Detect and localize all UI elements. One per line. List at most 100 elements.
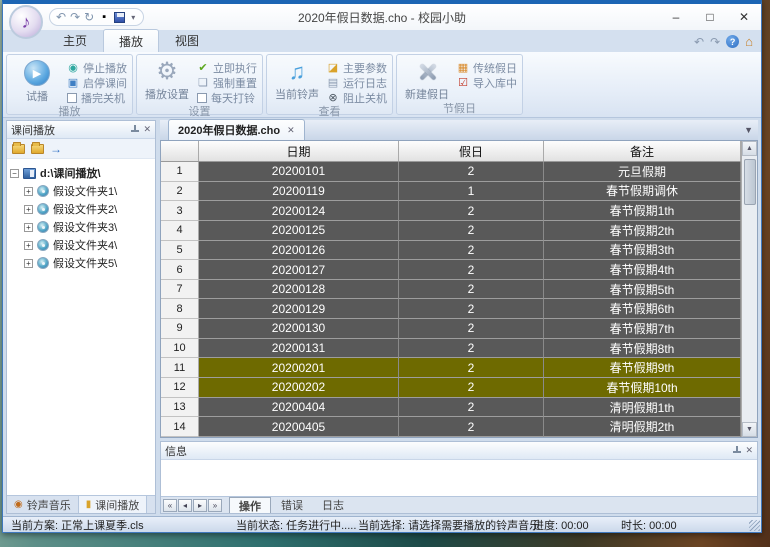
expand-icon[interactable]: +	[24, 240, 33, 250]
sidebar-tab-铃声音乐[interactable]: ◉ 铃声音乐	[7, 496, 79, 513]
table-row[interactable]: 6 20200127 2 春节假期4th	[161, 260, 741, 280]
next-page-icon[interactable]: ▸	[193, 498, 207, 512]
go-arrow-icon[interactable]: →	[50, 143, 62, 155]
table-row[interactable]: 14 20200405 2 清明假期2th	[161, 417, 741, 437]
tree-folder-item[interactable]: + 假设文件夹4\	[10, 236, 152, 254]
close-button[interactable]: ✕	[727, 5, 761, 29]
tools-icon	[415, 60, 439, 84]
table-row[interactable]: 3 20200124 2 春节假期1th	[161, 201, 741, 221]
ribbon-item-阻止关机[interactable]: ⊗ 阻止关机	[327, 90, 387, 105]
sidebar-tab-课间播放[interactable]: ▮ 课间播放	[78, 496, 148, 513]
expand-icon[interactable]: +	[24, 222, 33, 232]
last-page-icon[interactable]: »	[208, 498, 222, 512]
grid-rows: 1 20200101 2 元旦假期 2 20200119 1 春节假期调休 3 20200124 2…	[161, 162, 741, 437]
table-row[interactable]: 1 20200101 2 元旦假期	[161, 162, 741, 182]
ribbon-item-启停课间[interactable]: ▣ 启停课间	[67, 75, 127, 90]
ribbon-item-导入库中[interactable]: ☑ 导入库中	[457, 75, 517, 90]
ribbon-item-每天打铃[interactable]: 每天打铃	[197, 90, 257, 105]
date-cell: 20200128	[199, 279, 399, 300]
vertical-scrollbar[interactable]: ▲ ▼	[741, 141, 757, 437]
redo-icon[interactable]: ↷	[70, 11, 80, 23]
scroll-up-icon[interactable]: ▲	[742, 141, 757, 156]
table-row[interactable]: 5 20200126 2 春节假期3th	[161, 240, 741, 261]
table-row[interactable]: 12 20200202 2 春节假期10th	[161, 378, 741, 398]
ribbon-item-强制重置[interactable]: ❏ 强制重置	[197, 75, 257, 90]
expand-icon[interactable]: +	[24, 258, 33, 268]
scroll-down-icon[interactable]: ▼	[742, 422, 757, 437]
ribbon-item-播完关机[interactable]: 播完关机	[67, 90, 127, 105]
big-button-试播[interactable]: ▶ 试播	[12, 57, 62, 104]
expand-icon[interactable]: +	[24, 186, 33, 196]
table-row[interactable]: 7 20200128 2 春节假期5th	[161, 279, 741, 300]
table-row[interactable]: 11 20200201 2 春节假期9th	[161, 358, 741, 379]
pin-icon[interactable]	[131, 125, 140, 134]
execute-now-icon: ✔	[198, 62, 208, 74]
home-icon[interactable]: ⌂	[745, 34, 753, 49]
big-button-播放设置[interactable]: ⚙ 播放设置	[142, 57, 192, 102]
pin-icon[interactable]	[733, 446, 742, 455]
big-button-label: 新建假日	[405, 89, 449, 101]
info-tab-日志[interactable]: 日志	[313, 497, 353, 513]
ribbon-item-主要参数[interactable]: ◪ 主要参数	[327, 60, 387, 75]
note-cell: 春节假期2th	[544, 220, 741, 241]
disc-icon	[37, 239, 49, 251]
ribbon-item-传统假日[interactable]: ▦ 传统假日	[457, 60, 517, 75]
table-row[interactable]: 13 20200404 2 清明假期1th	[161, 397, 741, 418]
refresh-icon[interactable]: ↻	[84, 11, 94, 23]
ribbon-item-立即执行[interactable]: ✔ 立即执行	[197, 60, 257, 75]
minimize-button[interactable]: –	[659, 5, 693, 29]
scrollbar-thumb[interactable]	[743, 159, 756, 205]
save-icon[interactable]	[114, 11, 126, 23]
column-header-日期[interactable]: 日期	[199, 141, 399, 161]
ribbon-tab-主页[interactable]: 主页	[47, 28, 103, 52]
row-number-cell: 1	[161, 162, 199, 182]
folder-open-icon[interactable]	[31, 141, 44, 154]
table-row[interactable]: 8 20200129 2 春节假期6th	[161, 299, 741, 320]
folder-icon[interactable]	[12, 141, 25, 154]
ribbon-tab-视图[interactable]: 视图	[159, 28, 215, 52]
ribbon-tab-播放[interactable]: 播放	[103, 29, 160, 52]
big-button-当前铃声[interactable]: ♫ 当前铃声	[272, 57, 322, 102]
info-tab-操作[interactable]: 操作	[229, 497, 271, 513]
tab-list-dropdown-icon[interactable]: ▼	[744, 125, 753, 135]
help-icon[interactable]: ?	[726, 35, 740, 48]
ribbon-item-label: 强制重置	[213, 77, 257, 90]
ribbon-corner-icons: ↶ ↷? ⌂	[694, 34, 753, 49]
close-panel-icon[interactable]: ✕	[745, 445, 753, 456]
table-row[interactable]: 9 20200130 2 春节假期7th	[161, 319, 741, 339]
holiday-days-cell: 2	[399, 319, 544, 339]
table-row[interactable]: 2 20200119 1 春节假期调休	[161, 181, 741, 202]
maximize-button[interactable]: □	[693, 5, 727, 29]
ribbon-item-label: 导入库中	[473, 77, 517, 90]
qat-dropdown-icon[interactable]: ▾	[131, 13, 135, 22]
tree-folder-item[interactable]: + 假设文件夹1\	[10, 182, 152, 200]
app-logo-button[interactable]: ♪	[9, 5, 43, 39]
close-panel-icon[interactable]: ✕	[143, 124, 151, 135]
expand-icon[interactable]: +	[24, 204, 33, 214]
info-tab-错误[interactable]: 错误	[272, 497, 312, 513]
first-page-icon[interactable]: «	[163, 498, 177, 512]
ribbon-item-运行日志[interactable]: ▤ 运行日志	[327, 75, 387, 90]
column-header-假日[interactable]: 假日	[399, 141, 544, 161]
undo-icon[interactable]: ↶	[56, 11, 66, 23]
prev-page-icon[interactable]: ◂	[178, 498, 192, 512]
big-button-新建假日[interactable]: 新建假日	[402, 57, 452, 102]
tree-root-item[interactable]: − d:\课间播放\	[10, 164, 152, 182]
document-tab[interactable]: 2020年假日数据.cho ✕	[168, 119, 305, 140]
ribbon-item-停止播放[interactable]: ◉ 停止播放	[67, 60, 127, 75]
tree-folder-item[interactable]: + 假设文件夹3\	[10, 218, 152, 236]
row-number-cell: 7	[161, 279, 199, 300]
note-cell: 春节假期10th	[544, 378, 741, 398]
open-folder-icon[interactable]: ▪	[98, 11, 110, 23]
undo-small-icon[interactable]: ↶	[694, 35, 704, 49]
tree-folder-item[interactable]: + 假设文件夹2\	[10, 200, 152, 218]
big-button-label: 试播	[26, 91, 48, 103]
redo-small-icon[interactable]: ↷	[710, 35, 720, 49]
table-row[interactable]: 10 20200131 2 春节假期8th	[161, 338, 741, 359]
column-header-备注[interactable]: 备注	[544, 141, 741, 161]
small-button-column: ✔ 立即执行 ❏ 强制重置 每天打铃	[197, 57, 257, 105]
tree-folder-item[interactable]: + 假设文件夹5\	[10, 254, 152, 272]
tab-close-icon[interactable]: ✕	[287, 125, 295, 136]
collapse-expander-icon[interactable]: −	[10, 168, 19, 178]
table-row[interactable]: 4 20200125 2 春节假期2th	[161, 220, 741, 241]
